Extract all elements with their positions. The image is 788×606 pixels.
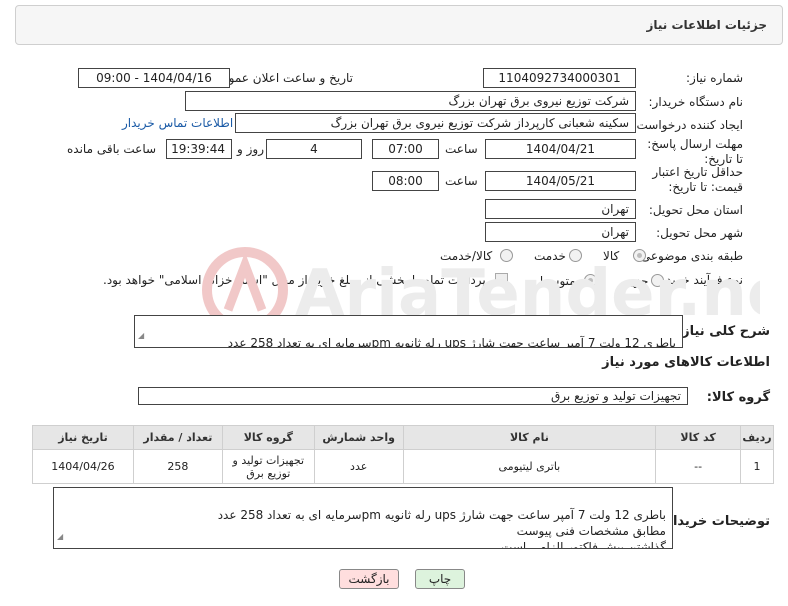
cell-date: 1404/04/26 [32,449,134,484]
creator-field: سکینه شعبانی کارپرداز شرکت توزیع نیروی ب… [235,113,636,133]
province-label: استان محل تحویل: [648,203,743,217]
remaining-label: ساعت باقی مانده [67,142,157,156]
col-qty-header: تعداد / مقدار [132,425,223,450]
goods-section-title: اطلاعات کالاهای مورد نیاز [602,355,770,370]
col-name-header: نام کالا [402,425,657,450]
resize-grip-icon[interactable]: ◢ [57,529,63,545]
price-validity-time-field: 08:00 [372,171,439,191]
announce-field: 1404/04/16 - 09:00 [78,68,230,88]
col-date-header: تاریخ نیاز [32,425,134,450]
description-textarea[interactable]: باطری 12 ولت 7 آمپر ساعت جهت شارژ ups رل… [134,315,683,348]
table-row: 1 -- باتری لیتیومی عدد تجهیزات تولید و ت… [32,449,774,484]
process-radio-medium[interactable] [584,274,597,287]
cell-name: باتری لیتیومی [402,449,657,484]
need-number-field: 1104092734000301 [483,68,636,88]
payment-note: پرداخت تمام یا بخشی از مبلغ خرید،از محل … [103,273,486,287]
process-option-minor: جزیی [621,274,649,288]
price-validity-hour-label: ساعت [445,174,478,188]
contact-buyer-link[interactable]: اطلاعات تماس خریدار [122,116,233,130]
resize-grip-icon[interactable]: ◢ [138,328,144,344]
panel-title: جزئیات اطلاعات نیاز [646,18,767,32]
city-label: شهر محل تحویل: [656,226,743,240]
description-text: باطری 12 ولت 7 آمپر ساعت جهت شارژ ups رل… [227,336,676,348]
process-option-medium: متوسط [538,274,576,288]
cell-unit: عدد [313,449,404,484]
days-label: روز و [237,142,264,156]
category-option-goods: کالا [603,249,620,263]
category-radio-goods[interactable] [633,249,646,262]
buyer-notes-label: توضیحات خریدار: [660,514,770,529]
header-panel: جزئیات اطلاعات نیاز [15,5,783,45]
province-field: تهران [485,199,636,219]
days-field: 4 [266,139,362,159]
price-validity-label: حداقل تاریخ اعتبار قیمت: تا تاریخ: [652,165,743,194]
cell-row: 1 [740,449,774,484]
watermark-a-icon [223,252,267,312]
deadline-date-field: 1404/04/21 [485,139,636,159]
remaining-time-field: 19:39:44 [166,139,232,159]
category-option-goods-service: کالا/خدمت [440,249,493,263]
city-field: تهران [485,222,636,242]
col-group-header: گروه کالا [221,425,315,450]
creator-label: ایجاد کننده درخواست: [632,118,743,132]
treasury-checkbox[interactable] [495,273,508,286]
cell-group: تجهیزات تولید و توزیع برق [221,449,315,484]
col-row-header: ردیف [740,425,774,450]
col-code-header: کد کالا [655,425,742,450]
buyer-org-label: نام دستگاه خریدار: [648,95,744,109]
deadline-hour-label: ساعت [445,142,478,156]
buyer-notes-textarea[interactable]: باطری 12 ولت 7 آمپر ساعت جهت شارژ ups رل… [53,487,673,549]
buyer-notes-text: باطری 12 ولت 7 آمپر ساعت جهت شارژ ups رل… [217,508,666,549]
category-option-service: خدمت [534,249,566,263]
deadline-label: مهلت ارسال پاسخ: تا تاریخ: [647,137,743,166]
col-unit-header: واحد شمارش [313,425,404,450]
print-button[interactable]: چاپ [415,569,465,589]
process-radio-minor[interactable] [651,274,664,287]
deadline-time-field: 07:00 [372,139,439,159]
cell-qty: 258 [132,449,223,484]
description-label: شرح کلی نیاز: [676,324,770,339]
cell-code: -- [655,449,742,484]
price-validity-date-field: 1404/05/21 [485,171,636,191]
table-header-row: ردیف کد کالا نام کالا واحد شمارش گروه کا… [32,425,774,450]
items-table: ردیف کد کالا نام کالا واحد شمارش گروه کا… [32,425,774,484]
category-radio-goods-service[interactable] [500,249,513,262]
process-label: نوع فرآیند خرید : [658,273,743,287]
category-radio-service[interactable] [569,249,582,262]
category-label: طبقه بندی موضوعی: [636,249,743,263]
back-button[interactable]: بازگشت [339,569,399,589]
goods-group-field: تجهیزات تولید و توزیع برق [138,387,688,405]
need-number-label: شماره نیاز: [686,71,743,85]
buyer-org-field: شرکت توزیع نیروی برق تهران بزرگ [185,91,636,111]
goods-group-label: گروه کالا: [706,390,770,405]
